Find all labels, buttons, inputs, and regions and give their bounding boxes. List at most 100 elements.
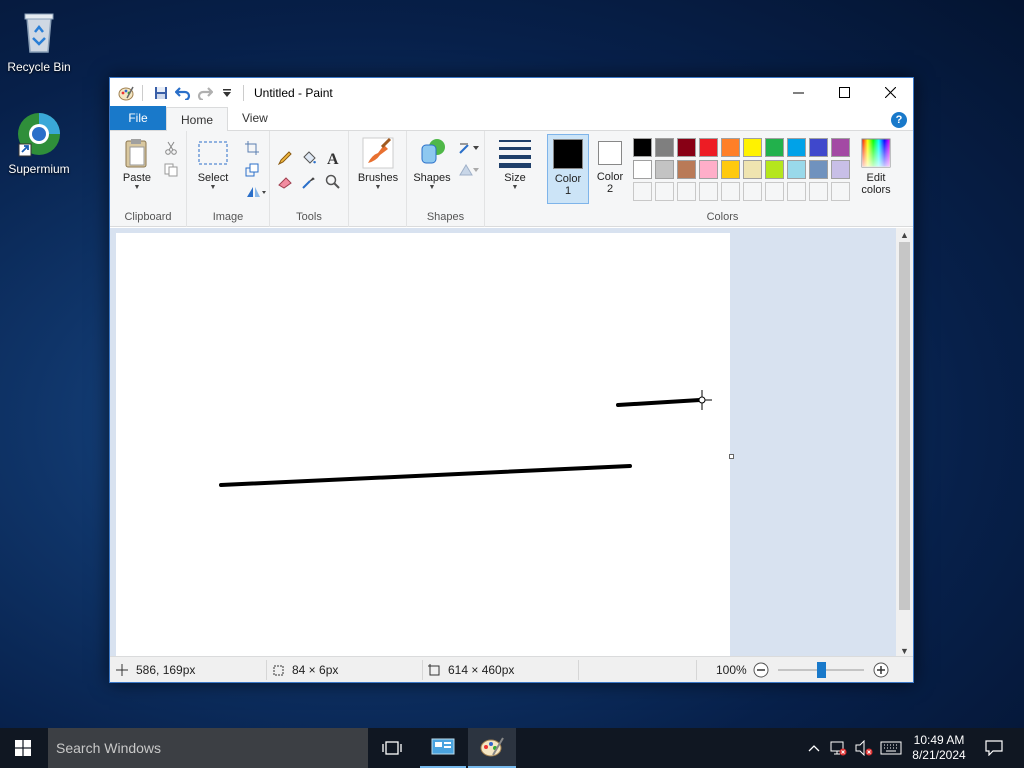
color-swatch[interactable]	[831, 160, 850, 179]
redo-icon[interactable]	[195, 83, 215, 103]
windows-logo-icon	[15, 740, 31, 756]
magnifier-icon[interactable]	[324, 173, 342, 191]
color-swatch[interactable]	[743, 138, 762, 157]
color-swatch[interactable]	[809, 160, 828, 179]
color-swatch[interactable]	[633, 138, 652, 157]
color-swatch[interactable]	[831, 138, 850, 157]
minimize-button[interactable]	[775, 78, 821, 107]
tab-home[interactable]: Home	[166, 107, 229, 131]
zoom-out-button[interactable]	[753, 657, 769, 683]
edit-colors-button[interactable]: Edit colors	[855, 135, 897, 196]
show-hidden-icons-button[interactable]	[804, 728, 824, 768]
custom-color-slot[interactable]	[765, 182, 784, 201]
custom-color-slot[interactable]	[655, 182, 674, 201]
clock[interactable]: 10:49 AM 8/21/2024	[906, 728, 972, 768]
desktop-icon-recycle-bin[interactable]: Recycle Bin	[1, 8, 77, 74]
shapes-button[interactable]: Shapes ▼	[409, 135, 455, 192]
edit-colors-label-1: Edit	[866, 172, 886, 184]
color-picker-icon[interactable]	[300, 173, 318, 191]
text-icon[interactable]: A	[324, 149, 342, 167]
close-button[interactable]	[867, 78, 913, 107]
fill-shape-icon[interactable]	[457, 161, 481, 179]
color-swatch[interactable]	[699, 138, 718, 157]
status-separator	[422, 660, 423, 680]
zoom-out-icon	[753, 662, 769, 678]
custom-color-slot[interactable]	[721, 182, 740, 201]
color-swatch[interactable]	[765, 160, 784, 179]
save-icon[interactable]	[151, 83, 171, 103]
tab-file[interactable]: File	[110, 106, 166, 130]
color-swatch[interactable]	[699, 160, 718, 179]
custom-color-slot[interactable]	[633, 182, 652, 201]
canvas-resize-handle-right[interactable]	[729, 454, 734, 459]
scroll-up-icon[interactable]: ▲	[900, 230, 909, 240]
outline-icon[interactable]	[457, 139, 481, 157]
scrollbar-thumb[interactable]	[899, 242, 910, 610]
resize-icon[interactable]	[243, 161, 261, 179]
color-swatch[interactable]	[677, 138, 696, 157]
color-swatch[interactable]	[655, 138, 674, 157]
color-swatch[interactable]	[633, 160, 652, 179]
notification-icon	[985, 740, 1003, 756]
color-swatch[interactable]	[721, 160, 740, 179]
color-swatch[interactable]	[765, 138, 784, 157]
color-swatch[interactable]	[787, 160, 806, 179]
crop-icon[interactable]	[243, 139, 261, 157]
desktop-icon-supermium[interactable]: Supermium	[1, 110, 77, 176]
zoom-in-button[interactable]	[873, 657, 889, 683]
copy-icon[interactable]	[162, 161, 180, 179]
select-button[interactable]: Select ▼	[191, 135, 235, 192]
size-button[interactable]: Size ▼	[495, 135, 535, 192]
rotate-icon[interactable]	[243, 183, 269, 201]
help-icon[interactable]: ?	[891, 112, 907, 128]
selection-size: 84 × 6px	[272, 657, 338, 683]
zoom-slider[interactable]	[778, 657, 864, 683]
quick-access-dropdown-icon[interactable]	[217, 83, 237, 103]
status-separator	[266, 660, 267, 680]
color-swatch[interactable]	[721, 138, 740, 157]
brushes-button[interactable]: Brushes ▼	[353, 135, 403, 192]
custom-color-slot[interactable]	[743, 182, 762, 201]
zoom-slider-thumb[interactable]	[817, 662, 826, 678]
group-label-tools: Tools	[296, 211, 322, 223]
task-view-button[interactable]	[369, 728, 415, 768]
color2-button[interactable]: Color 2	[591, 134, 629, 195]
scroll-down-icon[interactable]: ▼	[900, 646, 909, 656]
color1-button[interactable]: Color 1	[547, 134, 589, 204]
color-swatch[interactable]	[743, 160, 762, 179]
start-button[interactable]	[0, 728, 46, 768]
pencil-icon[interactable]	[276, 149, 294, 167]
network-status-button[interactable]	[826, 728, 850, 768]
fill-icon[interactable]	[300, 149, 318, 167]
taskbar-search[interactable]: Search Windows	[48, 728, 368, 768]
taskbar-app-paint[interactable]	[468, 728, 516, 768]
cut-icon[interactable]	[162, 139, 180, 157]
eraser-icon[interactable]	[276, 173, 294, 191]
paste-label: Paste	[122, 172, 152, 184]
group-brushes: Brushes ▼	[349, 131, 407, 227]
recycle-bin-icon	[15, 8, 63, 56]
ribbon: Paste ▼ Clipboard Select ▼ Image A Tools…	[110, 131, 913, 227]
maximize-button[interactable]	[821, 78, 867, 107]
notifications-button[interactable]	[974, 728, 1014, 768]
vertical-scrollbar[interactable]: ▲ ▼	[896, 228, 913, 658]
color-swatch[interactable]	[787, 138, 806, 157]
taskbar-app-control-panel[interactable]	[420, 728, 466, 768]
custom-color-slot[interactable]	[699, 182, 718, 201]
custom-color-slot[interactable]	[809, 182, 828, 201]
volume-button[interactable]	[852, 728, 876, 768]
keyboard-button[interactable]	[878, 728, 904, 768]
color-swatch[interactable]	[655, 160, 674, 179]
paint-app-icon[interactable]	[116, 83, 136, 103]
undo-icon[interactable]	[173, 83, 193, 103]
drawing-canvas[interactable]	[116, 233, 730, 658]
color-swatch[interactable]	[809, 138, 828, 157]
custom-color-slot[interactable]	[677, 182, 696, 201]
custom-color-slot[interactable]	[831, 182, 850, 201]
zoom-level: 100%	[716, 663, 747, 677]
color-swatch[interactable]	[677, 160, 696, 179]
custom-color-slot[interactable]	[787, 182, 806, 201]
paste-button[interactable]: Paste ▼	[114, 135, 160, 192]
tab-view[interactable]: View	[228, 106, 282, 130]
svg-text:A: A	[327, 151, 339, 166]
